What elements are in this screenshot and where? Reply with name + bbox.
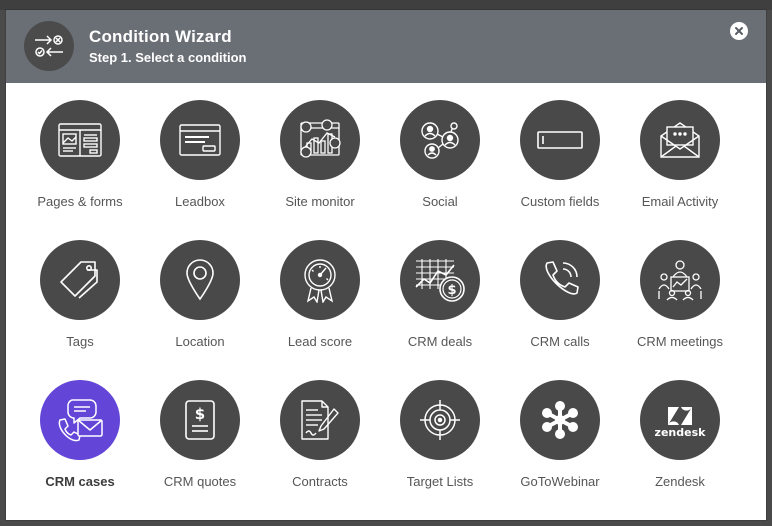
condition-label: Target Lists xyxy=(406,474,474,489)
meeting-icon xyxy=(640,240,720,320)
custom-fields-icon xyxy=(520,100,600,180)
leadbox-icon xyxy=(160,100,240,180)
condition-label: Lead score xyxy=(287,334,353,349)
lead-score-badge-icon xyxy=(280,240,360,320)
condition-label: Zendesk xyxy=(655,474,705,489)
condition-label: Email Activity xyxy=(641,194,719,209)
tag-icon xyxy=(40,240,120,320)
condition-pages-forms[interactable]: Pages & forms xyxy=(20,99,140,239)
condition-crm-meetings[interactable]: CRM meetings xyxy=(620,239,740,379)
condition-label: Social xyxy=(422,194,458,209)
condition-location[interactable]: Location xyxy=(140,239,260,379)
condition-label: CRM calls xyxy=(530,334,590,349)
dialog-subtitle: Step 1. Select a condition xyxy=(89,50,247,65)
condition-lead-score[interactable]: Lead score xyxy=(260,239,380,379)
crm-deals-icon: $ xyxy=(400,240,480,320)
svg-text:$: $ xyxy=(447,283,456,298)
target-icon xyxy=(400,380,480,460)
condition-contracts[interactable]: Contracts xyxy=(260,379,380,519)
condition-label: Pages & forms xyxy=(37,194,123,209)
condition-label: Location xyxy=(175,334,225,349)
condition-wizard-dialog: Condition Wizard Step 1. Select a condit… xyxy=(6,10,766,520)
condition-gotowebinar[interactable]: GoToWebinar xyxy=(500,379,620,519)
condition-custom-fields[interactable]: Custom fields xyxy=(500,99,620,239)
quote-document-icon: $ xyxy=(160,380,240,460)
close-icon xyxy=(735,27,743,35)
condition-label: GoToWebinar xyxy=(520,474,600,489)
condition-crm-deals[interactable]: $ CRM deals xyxy=(380,239,500,379)
pages-forms-icon xyxy=(40,100,120,180)
condition-site-monitor[interactable]: Site monitor xyxy=(260,99,380,239)
condition-target-lists[interactable]: Target Lists xyxy=(380,379,500,519)
condition-label: Tags xyxy=(66,334,94,349)
condition-tags[interactable]: Tags xyxy=(20,239,140,379)
condition-crm-cases[interactable]: CRM cases xyxy=(20,379,140,519)
crm-cases-icon xyxy=(40,380,120,460)
condition-arrows-icon xyxy=(24,21,74,71)
svg-text:$: $ xyxy=(195,405,205,423)
close-button[interactable] xyxy=(730,22,748,40)
gotowebinar-icon xyxy=(520,380,600,460)
condition-label: Site monitor xyxy=(285,194,355,209)
condition-leadbox[interactable]: Leadbox xyxy=(140,99,260,239)
dialog-header: Condition Wizard Step 1. Select a condit… xyxy=(6,10,766,83)
condition-label: CRM quotes xyxy=(163,474,237,489)
zendesk-icon: zendesk xyxy=(640,380,720,460)
condition-email-activity[interactable]: Email Activity xyxy=(620,99,740,239)
condition-crm-quotes[interactable]: $ CRM quotes xyxy=(140,379,260,519)
condition-social[interactable]: Social xyxy=(380,99,500,239)
condition-label: Contracts xyxy=(292,474,348,489)
condition-label: CRM meetings xyxy=(637,334,723,349)
location-pin-icon xyxy=(160,240,240,320)
condition-zendesk[interactable]: zendesk Zendesk xyxy=(620,379,740,519)
social-icon xyxy=(400,100,480,180)
email-activity-icon xyxy=(640,100,720,180)
condition-label: CRM cases xyxy=(45,474,115,489)
site-monitor-icon xyxy=(280,100,360,180)
contract-icon xyxy=(280,380,360,460)
window-top-strip xyxy=(0,0,772,10)
condition-label: CRM deals xyxy=(407,334,473,349)
condition-grid: Pages & forms Leadbox Site monitor Socia… xyxy=(20,99,740,519)
condition-label: Custom fields xyxy=(520,194,600,209)
zendesk-logo-text: zendesk xyxy=(654,425,706,439)
dialog-title: Condition Wizard xyxy=(89,27,232,46)
condition-label: Leadbox xyxy=(175,194,225,209)
condition-crm-calls[interactable]: CRM calls xyxy=(500,239,620,379)
phone-icon xyxy=(520,240,600,320)
